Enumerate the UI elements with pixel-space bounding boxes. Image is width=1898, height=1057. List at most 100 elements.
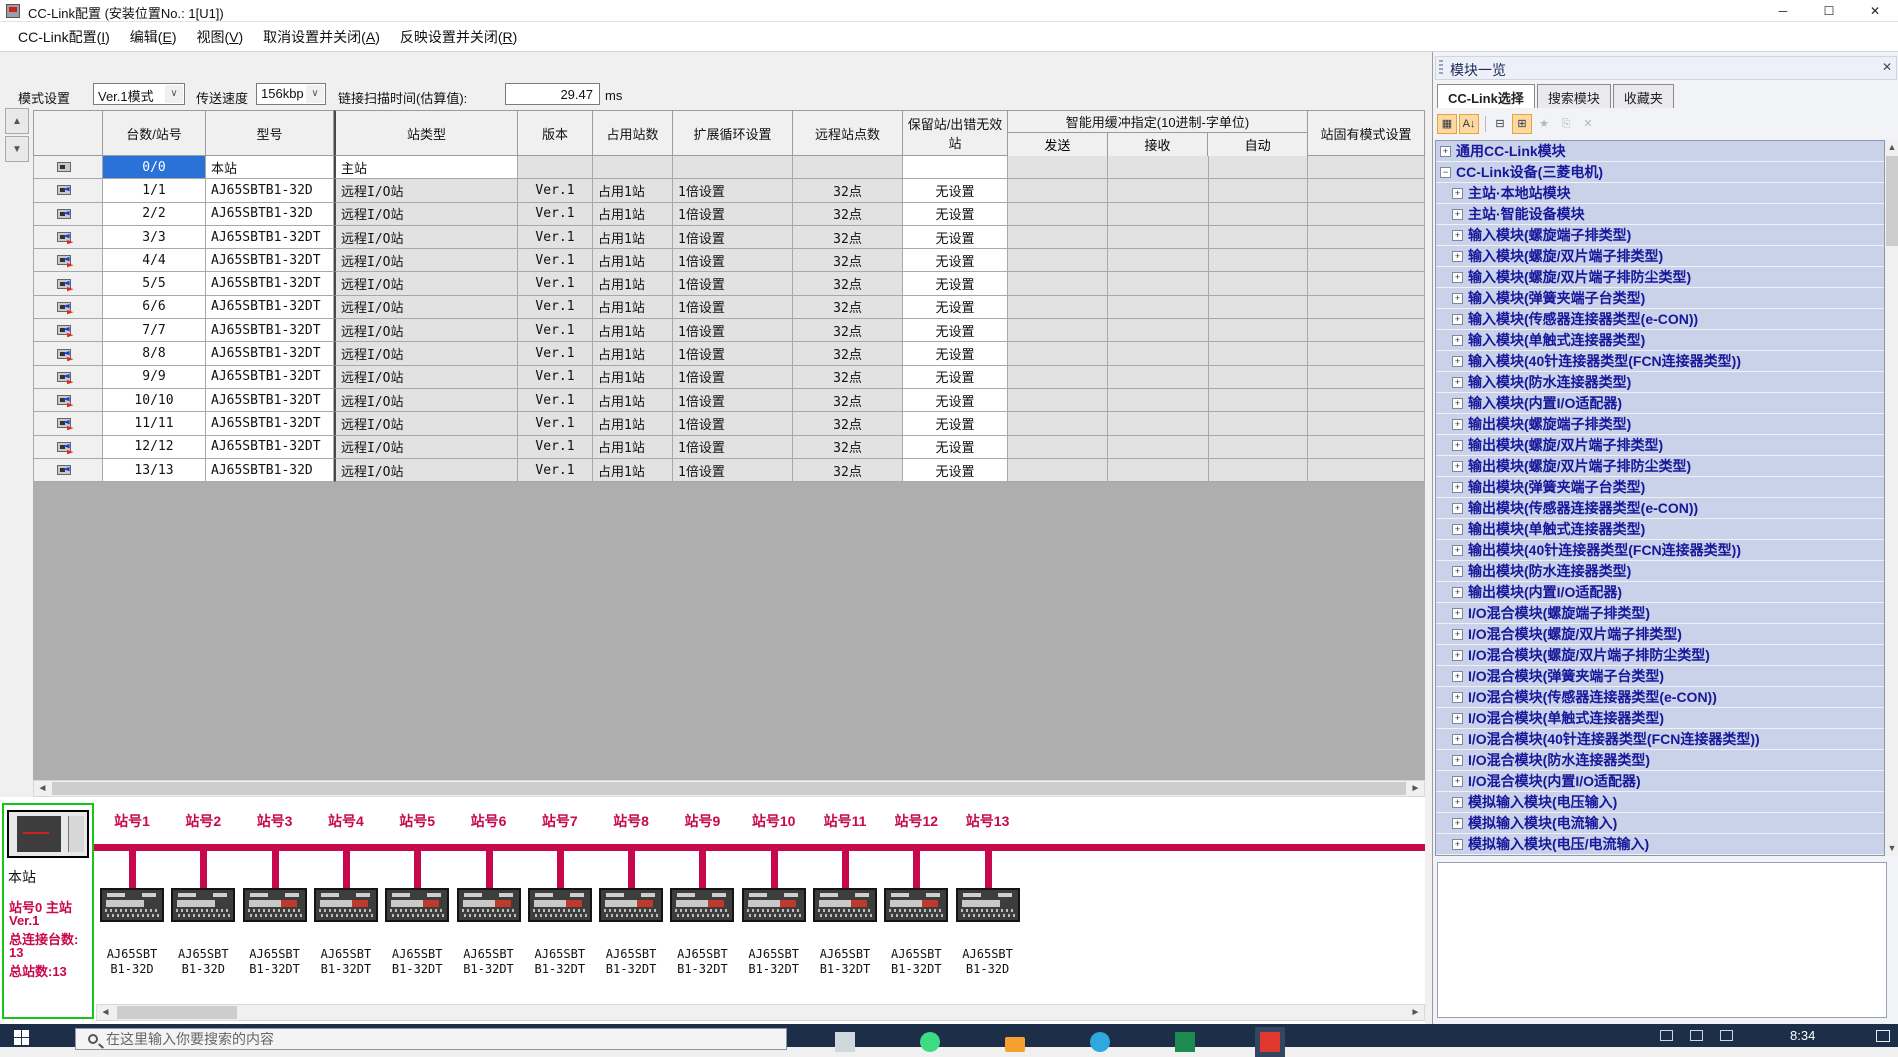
cell-cycle[interactable]: 1倍设置 xyxy=(673,203,793,226)
taskbar-app-icon-3[interactable] xyxy=(1000,1027,1030,1057)
cell-fixed-mode[interactable] xyxy=(1308,296,1425,319)
favorite-icon[interactable]: ★ xyxy=(1534,114,1554,134)
cell-model[interactable]: AJ65SBTB1-32DT xyxy=(206,389,334,412)
expand-plus-icon[interactable]: + xyxy=(1452,482,1463,493)
cell-cycle[interactable]: 1倍设置 xyxy=(673,412,793,435)
tree-item[interactable]: +I/O混合模块(传感器连接器类型(e-CON)) xyxy=(1436,687,1884,708)
cell-reserve[interactable]: 无设置 xyxy=(903,342,1008,365)
cell-points[interactable]: 32点 xyxy=(793,459,903,482)
cell-points[interactable]: 32点 xyxy=(793,342,903,365)
tree-item[interactable]: +输出模块(单触式连接器类型) xyxy=(1436,519,1884,540)
cell-points[interactable]: 32点 xyxy=(793,272,903,295)
cell-occupied[interactable]: 占用1站 xyxy=(593,389,673,412)
cell-model[interactable]: AJ65SBTB1-32DT xyxy=(206,366,334,389)
cell-buffer-auto[interactable] xyxy=(1209,319,1308,342)
cell-station-type[interactable]: 远程I/O站 xyxy=(334,296,518,319)
tree-item[interactable]: +主站·智能设备模块 xyxy=(1436,204,1884,225)
mode-setting-select[interactable]: Ver.1模式 ∨ xyxy=(93,83,185,105)
tree-item[interactable]: +输入模块(弹簧夹端子台类型) xyxy=(1436,288,1884,309)
taskbar-app-icon-1[interactable] xyxy=(830,1027,860,1057)
tree-item[interactable]: +I/O混合模块(单触式连接器类型) xyxy=(1436,708,1884,729)
cell-occupied[interactable]: 占用1站 xyxy=(593,412,673,435)
panel-close-icon[interactable]: ✕ xyxy=(1882,60,1892,74)
menu-item-1[interactable]: CC-Link配置(I) xyxy=(8,23,120,51)
station-kind-icon-cell[interactable]: ◄► xyxy=(33,389,103,412)
cell-model[interactable]: AJ65SBTB1-32DT xyxy=(206,319,334,342)
tree-item[interactable]: +输出模块(螺旋端子排类型) xyxy=(1436,414,1884,435)
cell-buffer-recv[interactable] xyxy=(1108,226,1209,249)
collapse-tree-icon[interactable]: ⊟ xyxy=(1490,114,1510,134)
tree-item[interactable]: +主站·本地站模块 xyxy=(1436,183,1884,204)
cell-version[interactable]: Ver.1 xyxy=(518,272,593,295)
cell-version[interactable]: Ver.1 xyxy=(518,366,593,389)
cell-station-type[interactable]: 远程I/O站 xyxy=(334,272,518,295)
expand-plus-icon[interactable]: + xyxy=(1452,545,1463,556)
expand-plus-icon[interactable]: + xyxy=(1452,503,1463,514)
cell-station-type[interactable]: 远程I/O站 xyxy=(334,249,518,272)
cell-buffer-auto[interactable] xyxy=(1209,296,1308,319)
cell-model[interactable]: AJ65SBTB1-32DT xyxy=(206,296,334,319)
tree-item[interactable]: +I/O混合模块(螺旋端子排类型) xyxy=(1436,603,1884,624)
cell-reserve[interactable]: 无设置 xyxy=(903,179,1008,202)
station-kind-icon-cell[interactable]: ◄ xyxy=(33,179,103,202)
expand-plus-icon[interactable]: + xyxy=(1452,230,1463,241)
cell-points[interactable]: 32点 xyxy=(793,249,903,272)
station-kind-icon-cell[interactable]: ◄► xyxy=(33,249,103,272)
cell-buffer-send[interactable] xyxy=(1008,203,1108,226)
cell-station-id[interactable]: 7/7 xyxy=(103,319,206,342)
expand-plus-icon[interactable]: + xyxy=(1452,566,1463,577)
cell-reserve[interactable]: 无设置 xyxy=(903,412,1008,435)
tree-item[interactable]: +通用CC-Link模块 xyxy=(1436,141,1884,162)
cell-cycle[interactable] xyxy=(673,156,793,179)
tree-item[interactable]: +输入模块(螺旋端子排类型) xyxy=(1436,225,1884,246)
cell-station-type[interactable]: 远程I/O站 xyxy=(334,436,518,459)
cell-buffer-recv[interactable] xyxy=(1108,342,1209,365)
cell-buffer-auto[interactable] xyxy=(1209,436,1308,459)
cell-occupied[interactable]: 占用1站 xyxy=(593,342,673,365)
cell-version[interactable]: Ver.1 xyxy=(518,179,593,202)
tree-item[interactable]: +I/O混合模块(螺旋/双片端子排类型) xyxy=(1436,624,1884,645)
cell-cycle[interactable]: 1倍设置 xyxy=(673,319,793,342)
cell-cycle[interactable]: 1倍设置 xyxy=(673,272,793,295)
cell-buffer-auto[interactable] xyxy=(1209,156,1308,179)
add-favorite-icon[interactable]: ⎘ xyxy=(1556,114,1576,134)
cell-model[interactable]: AJ65SBTB1-32DT xyxy=(206,249,334,272)
cell-station-type[interactable]: 远程I/O站 xyxy=(334,179,518,202)
cell-points[interactable]: 32点 xyxy=(793,203,903,226)
cell-reserve[interactable] xyxy=(903,156,1008,179)
cell-station-type[interactable]: 远程I/O站 xyxy=(334,366,518,389)
cell-reserve[interactable]: 无设置 xyxy=(903,366,1008,389)
cell-station-id[interactable]: 2/2 xyxy=(103,203,206,226)
expand-plus-icon[interactable]: + xyxy=(1452,713,1463,724)
cell-buffer-send[interactable] xyxy=(1008,342,1108,365)
cell-buffer-auto[interactable] xyxy=(1209,412,1308,435)
cell-model[interactable]: AJ65SBTB1-32DT xyxy=(206,226,334,249)
diagram-hscrollbar-thumb[interactable] xyxy=(117,1006,237,1019)
cell-buffer-recv[interactable] xyxy=(1108,249,1209,272)
cell-station-id[interactable]: 3/3 xyxy=(103,226,206,249)
taskbar-app-icon-2[interactable] xyxy=(915,1027,945,1057)
cell-model[interactable]: AJ65SBTB1-32D xyxy=(206,459,334,482)
cell-fixed-mode[interactable] xyxy=(1308,156,1425,179)
expand-plus-icon[interactable]: + xyxy=(1452,314,1463,325)
cell-cycle[interactable]: 1倍设置 xyxy=(673,226,793,249)
tree-item[interactable]: +模拟输入模块(电压输入) xyxy=(1436,792,1884,813)
cell-reserve[interactable]: 无设置 xyxy=(903,249,1008,272)
cell-buffer-auto[interactable] xyxy=(1209,179,1308,202)
cell-buffer-auto[interactable] xyxy=(1209,342,1308,365)
cell-station-id[interactable]: 5/5 xyxy=(103,272,206,295)
cell-cycle[interactable]: 1倍设置 xyxy=(673,459,793,482)
station-kind-icon-cell[interactable] xyxy=(33,156,103,179)
cell-points[interactable]: 32点 xyxy=(793,319,903,342)
cell-occupied[interactable]: 占用1站 xyxy=(593,249,673,272)
tray-network-icon[interactable] xyxy=(1720,1030,1733,1041)
station-kind-icon-cell[interactable]: ◄► xyxy=(33,436,103,459)
taskbar-app-icon-5[interactable] xyxy=(1170,1027,1200,1057)
station-kind-icon-cell[interactable]: ◄► xyxy=(33,226,103,249)
transmission-speed-select[interactable]: 156kbp ∨ xyxy=(256,83,326,105)
scroll-up-icon[interactable]: ▲ xyxy=(1885,140,1898,155)
cell-occupied[interactable]: 占用1站 xyxy=(593,366,673,389)
module-tree-vscrollbar[interactable]: ▲ ▼ xyxy=(1885,140,1898,856)
tree-item[interactable]: +I/O混合模块(螺旋/双片端子排防尘类型) xyxy=(1436,645,1884,666)
tree-item[interactable]: +输出模块(内置I/O适配器) xyxy=(1436,582,1884,603)
